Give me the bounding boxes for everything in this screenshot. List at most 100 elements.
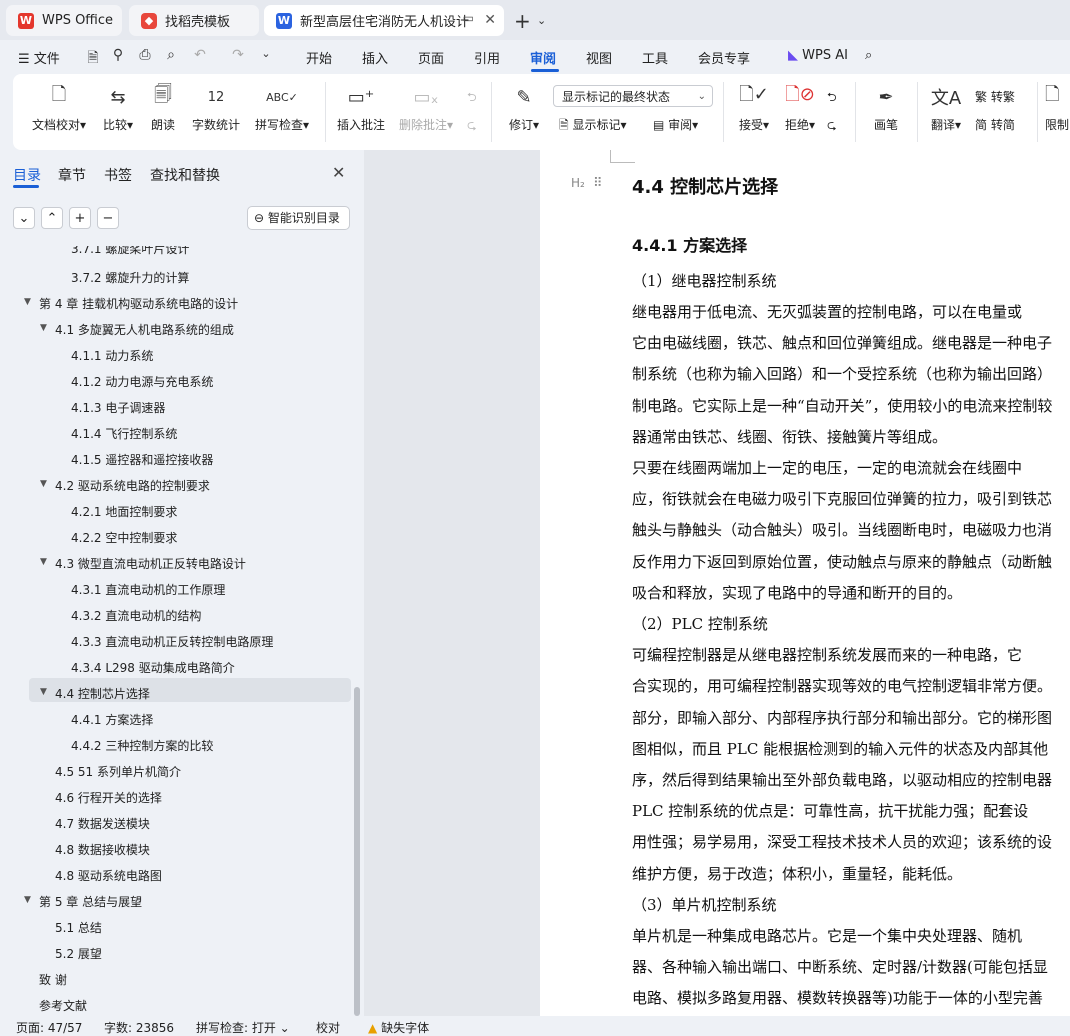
toc-item[interactable]: 致 谢 bbox=[39, 971, 67, 988]
toc-item[interactable]: 4.1.5 遥控器和遥控接收器 bbox=[71, 451, 213, 468]
missing-font-status[interactable]: ▲ 缺失字体 bbox=[368, 1019, 429, 1036]
menu-home[interactable]: 开始 bbox=[306, 48, 332, 67]
next-comment-icon[interactable]: ⮎ bbox=[467, 116, 477, 137]
reject-button[interactable]: 🗋⊘ 拒绝▾ bbox=[779, 84, 821, 133]
toc-item[interactable]: 4.7 数据发送模块 bbox=[55, 815, 150, 832]
toc-item[interactable]: 4.3 微型直流电动机正反转电路设计 bbox=[55, 555, 246, 572]
toc-item[interactable]: 4.3.2 直流电动机的结构 bbox=[71, 607, 201, 624]
expand-arrow-icon[interactable]: ▼ bbox=[40, 557, 47, 567]
accept-label: 接受 bbox=[738, 118, 763, 132]
add-heading-button[interactable]: + bbox=[69, 207, 91, 229]
read-aloud-button[interactable]: 🗐 朗读 bbox=[147, 84, 179, 133]
spell-check-button[interactable]: ABC✓ 拼写检查▾ bbox=[251, 84, 313, 133]
doc-proof-button[interactable]: 🗋 文档校对▾ bbox=[29, 84, 89, 133]
redo-icon[interactable]: ↷ bbox=[230, 47, 246, 63]
proof-status[interactable]: 校对 bbox=[316, 1019, 340, 1036]
nav-tab-find-replace[interactable]: 查找和替换 bbox=[150, 165, 220, 185]
menu-review[interactable]: 审阅 bbox=[530, 48, 556, 67]
toc-item[interactable]: 3.7.2 螺旋升力的计算 bbox=[71, 269, 189, 286]
toc-item[interactable]: 5.2 展望 bbox=[55, 945, 102, 962]
toc-item[interactable]: 4.3.3 直流电动机正反转控制电路原理 bbox=[71, 633, 273, 650]
link-icon[interactable]: ⚲ bbox=[110, 47, 126, 63]
to-simplified-button[interactable]: 简 转简 bbox=[975, 116, 1015, 133]
expand-arrow-icon[interactable]: ▼ bbox=[24, 895, 31, 905]
nav-tab-toc[interactable]: 目录 bbox=[13, 165, 41, 185]
to-traditional-button[interactable]: 繁 转繁 bbox=[975, 88, 1015, 105]
save-icon[interactable]: 🗎 bbox=[85, 47, 101, 66]
menu-view[interactable]: 视图 bbox=[586, 48, 612, 67]
prev-change-icon[interactable]: ⮌ bbox=[827, 88, 837, 109]
new-tab-button[interactable]: + bbox=[514, 9, 531, 33]
undo-icon[interactable]: ↶ bbox=[192, 47, 208, 63]
print-preview-icon[interactable]: ⌕ bbox=[163, 47, 179, 63]
wps-ai-button[interactable]: ◣ WPS AI bbox=[788, 48, 848, 63]
delete-comment-button[interactable]: ▭ₓ 删除批注▾ bbox=[395, 84, 457, 133]
toc-item[interactable]: 4.2.2 空中控制要求 bbox=[71, 529, 177, 546]
chevron-down-icon[interactable]: ⌄ bbox=[537, 14, 546, 27]
compare-button[interactable]: ⇆ 比较▾ bbox=[97, 84, 139, 133]
toc-item[interactable]: 4.2.1 地面控制要求 bbox=[71, 503, 177, 520]
insert-comment-button[interactable]: ▭⁺ 插入批注 bbox=[335, 84, 387, 133]
toc-item[interactable]: 4.1.2 动力电源与充电系统 bbox=[71, 373, 213, 390]
expand-arrow-icon[interactable]: ▼ bbox=[40, 687, 47, 697]
toc-item[interactable]: 4.3.1 直流电动机的工作原理 bbox=[71, 581, 225, 598]
menu-tools[interactable]: 工具 bbox=[642, 48, 668, 67]
toc-item[interactable]: 4.4.1 方案选择 bbox=[71, 711, 153, 728]
spell-check-status[interactable]: 拼写检查: 打开 ⌄ bbox=[196, 1019, 290, 1036]
pen-button[interactable]: ✒ 画笔 bbox=[869, 84, 903, 133]
more-chevron-icon[interactable]: ⌄ bbox=[258, 47, 274, 63]
expand-arrow-icon[interactable]: ▼ bbox=[24, 297, 31, 307]
review-pane-button[interactable]: ▤ 审阅▾ bbox=[653, 116, 698, 133]
tab-template[interactable]: ◆ 找稻壳模板 bbox=[129, 5, 259, 36]
toc-item[interactable]: 5.1 总结 bbox=[55, 919, 102, 936]
toc-item[interactable]: 4.4 控制芯片选择 bbox=[55, 685, 150, 702]
print-icon[interactable]: ⎙ bbox=[137, 47, 153, 63]
toc-item[interactable]: 4.6 行程开关的选择 bbox=[55, 789, 162, 806]
tab-document[interactable]: W 新型高层住宅消防无人机设计 ▭ ✕ bbox=[264, 5, 504, 36]
revise-button[interactable]: ✎ 修订▾ bbox=[503, 84, 545, 133]
menu-member[interactable]: 会员专享 bbox=[698, 48, 750, 67]
expand-arrow-icon[interactable]: ▼ bbox=[40, 323, 47, 333]
menu-page[interactable]: 页面 bbox=[418, 48, 444, 67]
toc-item[interactable]: 第 5 章 总结与展望 bbox=[39, 893, 142, 910]
menu-insert[interactable]: 插入 bbox=[362, 48, 388, 67]
drag-handle-icon[interactable]: ⠿ bbox=[593, 176, 603, 191]
close-tab-icon[interactable]: ✕ bbox=[484, 12, 496, 28]
toc-item[interactable]: 4.8 驱动系统电路图 bbox=[55, 867, 162, 884]
translate-button[interactable]: 文A 翻译▾ bbox=[925, 84, 967, 133]
toc-item[interactable]: 参考文献 bbox=[39, 997, 87, 1014]
toc-item[interactable]: 4.2 驱动系统电路的控制要求 bbox=[55, 477, 210, 494]
markup-display-select[interactable]: 显示标记的最终状态 ⌄ bbox=[553, 85, 713, 107]
show-markup-button[interactable]: 🗎 显示标记▾ bbox=[559, 116, 627, 137]
smart-toc-button[interactable]: ⊖ 智能识别目录 bbox=[247, 206, 350, 230]
toc-item[interactable]: 第 4 章 挂载机构驱动系统电路的设计 bbox=[39, 295, 238, 312]
prev-comment-icon[interactable]: ⮌ bbox=[467, 88, 477, 109]
close-icon[interactable]: ✕ bbox=[332, 163, 345, 182]
tab-wps-office[interactable]: W WPS Office bbox=[6, 5, 122, 36]
file-menu[interactable]: ☰ 文件 bbox=[18, 48, 60, 67]
toc-item[interactable]: 4.8 数据接收模块 bbox=[55, 841, 150, 858]
accept-button[interactable]: 🗋✓ 接受▾ bbox=[733, 84, 775, 133]
nav-tab-bookmarks[interactable]: 书签 bbox=[104, 165, 132, 185]
next-change-icon[interactable]: ⮎ bbox=[827, 116, 837, 137]
expand-up-button[interactable]: ⌃ bbox=[41, 207, 63, 229]
restrict-button[interactable]: 🗋 限制 bbox=[1045, 84, 1070, 133]
toc-item[interactable]: 4.1.4 飞行控制系统 bbox=[71, 425, 177, 442]
page-indicator[interactable]: 页面: 47/57 bbox=[16, 1019, 82, 1036]
nav-tab-sections[interactable]: 章节 bbox=[58, 165, 86, 185]
toc-item[interactable]: 4.3.4 L298 驱动集成电路简介 bbox=[71, 659, 235, 676]
toc-item[interactable]: 4.1.3 电子调速器 bbox=[71, 399, 165, 416]
word-count-button[interactable]: 12 字数统计 bbox=[189, 84, 243, 133]
toc-item[interactable]: 4.1 多旋翼无人机电路系统的组成 bbox=[55, 321, 234, 338]
search-icon[interactable]: ⌕ bbox=[865, 48, 872, 63]
nav-scrollbar[interactable] bbox=[354, 687, 360, 1016]
toc-item[interactable]: 4.4.2 三种控制方案的比较 bbox=[71, 737, 213, 754]
word-count-status[interactable]: 字数: 23856 bbox=[104, 1019, 174, 1036]
toc-item[interactable]: 4.1.1 动力系统 bbox=[71, 347, 153, 364]
toc-item[interactable]: 4.5 51 系列单片机简介 bbox=[55, 763, 181, 780]
menu-references[interactable]: 引用 bbox=[474, 48, 500, 67]
monitor-icon[interactable]: ▭ bbox=[463, 11, 474, 25]
remove-heading-button[interactable]: − bbox=[97, 207, 119, 229]
collapse-all-button[interactable]: ⌄ bbox=[13, 207, 35, 229]
expand-arrow-icon[interactable]: ▼ bbox=[40, 479, 47, 489]
